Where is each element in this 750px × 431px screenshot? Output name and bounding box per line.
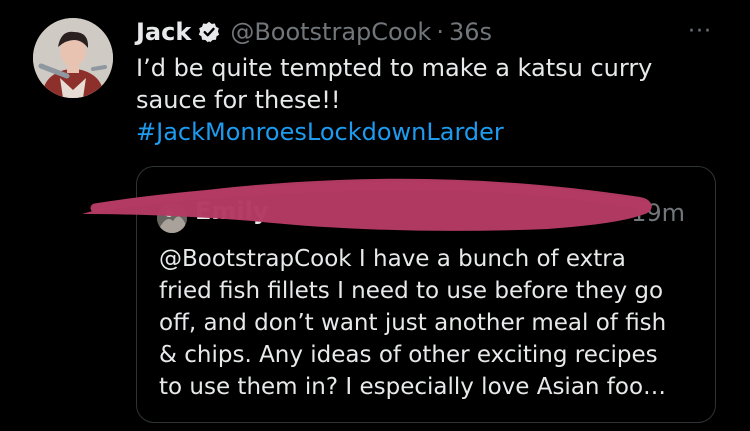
avatar-image — [33, 18, 113, 98]
more-horizontal-icon[interactable]: ··· — [683, 21, 717, 43]
verified-badge-icon — [197, 20, 221, 44]
quoted-tweet-text: @BootstrapCook I have a bunch of extra f… — [159, 243, 699, 403]
tweet-timestamp[interactable]: 36s — [449, 18, 492, 46]
quoted-author-name[interactable]: Emily — [195, 197, 269, 225]
quoted-author-avatar[interactable] — [157, 203, 187, 233]
tweet-header: Jack @BootstrapCook · 36s — [136, 15, 492, 49]
author-handle[interactable]: @BootstrapCook — [230, 18, 431, 46]
quoted-text-line: off, and don’t want just another meal of… — [159, 310, 667, 336]
author-avatar[interactable] — [33, 18, 113, 98]
author-name[interactable]: Jack — [136, 18, 191, 46]
quoted-tweet-timestamp[interactable]: 19m — [631, 199, 685, 227]
quoted-text-line: fried fish fillets I need to use before … — [159, 278, 664, 304]
hashtag-link[interactable]: #JackMonroesLockdownLarder — [136, 116, 716, 148]
tweet-text: I’d be quite tempted to make a katsu cur… — [136, 52, 716, 148]
quoted-text-line: & chips. Any ideas of other exciting rec… — [159, 342, 658, 368]
tweet-text-line: I’d be quite tempted to make a katsu cur… — [136, 54, 653, 82]
quoted-avatar-image — [157, 203, 187, 233]
quoted-text-line: to use them in? I especially love Asian … — [159, 374, 667, 400]
quoted-tweet-card[interactable]: Emily 19m @BootstrapCook I have a bunch … — [136, 166, 716, 423]
quoted-text-line: @BootstrapCook I have a bunch of extra — [159, 246, 626, 272]
tweet-text-line: sauce for these!! — [136, 86, 341, 114]
separator-dot: · — [436, 18, 444, 46]
